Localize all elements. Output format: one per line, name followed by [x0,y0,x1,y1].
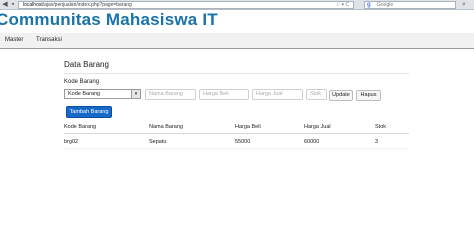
menu-item-master[interactable]: Master [5,37,23,43]
search-input[interactable]: g Google [364,1,456,9]
site-title: Communitas Mahasiswa IT [0,10,218,29]
cell-harga-beli: 55000 [235,139,251,145]
column-header-harga-jual: Harga Jual [304,124,331,130]
hapus-button[interactable]: Hapus [356,90,381,101]
chevron-down-icon[interactable]: ▾ [131,90,140,98]
search-icon[interactable]: ⌕ [458,1,470,9]
column-header-stok: Stok [375,124,387,130]
kode-barang-label: Kode Barang [64,79,100,85]
google-icon: g [367,2,371,8]
title-divider [64,73,409,74]
menu-item-transaksi[interactable]: Transaksi [36,37,62,43]
cell-nama: Sepatu [149,139,167,145]
column-header-kode: Kode Barang [64,124,97,130]
row-divider [64,148,409,149]
site-identity-icon[interactable]: ▪ [9,1,17,9]
cell-stok: 3 [375,139,379,145]
harga-beli-field[interactable]: Harga Beli [199,89,249,100]
tambah-barang-button[interactable]: Tambah Barang [66,106,112,118]
update-button[interactable]: Update [329,90,353,101]
table-header-divider [64,133,409,134]
page-title: Data Barang [64,60,109,69]
stok-field[interactable]: Stok [306,89,327,100]
kode-barang-select[interactable]: Kode Barang ▾ [64,89,141,99]
address-bar-tools[interactable]: ☆ ▾ C [336,2,349,8]
nama-barang-field[interactable]: Nama Barang [145,89,196,100]
url-path: /ajax/penjualan/index.php?page=barang [42,2,132,8]
browser-toolbar: ◀ ▪ localhost/ajax/penjualan/index.php?p… [0,0,474,10]
column-header-nama: Nama Barang [149,124,183,130]
column-header-harga-beli: Harga Beli [235,124,261,130]
main-menu: Master Transaksi [0,33,474,49]
url-host: localhost [23,2,43,8]
back-arrow-icon[interactable]: ◀ [1,1,9,9]
address-bar[interactable]: localhost/ajax/penjualan/index.php?page=… [18,1,354,9]
search-placeholder: Google [377,2,394,8]
cell-harga-jual: 60000 [304,139,320,145]
cell-kode: brg02 [64,139,79,145]
kode-select-value: Kode Barang [68,91,101,97]
harga-jual-field[interactable]: Harga Jual [252,89,303,100]
